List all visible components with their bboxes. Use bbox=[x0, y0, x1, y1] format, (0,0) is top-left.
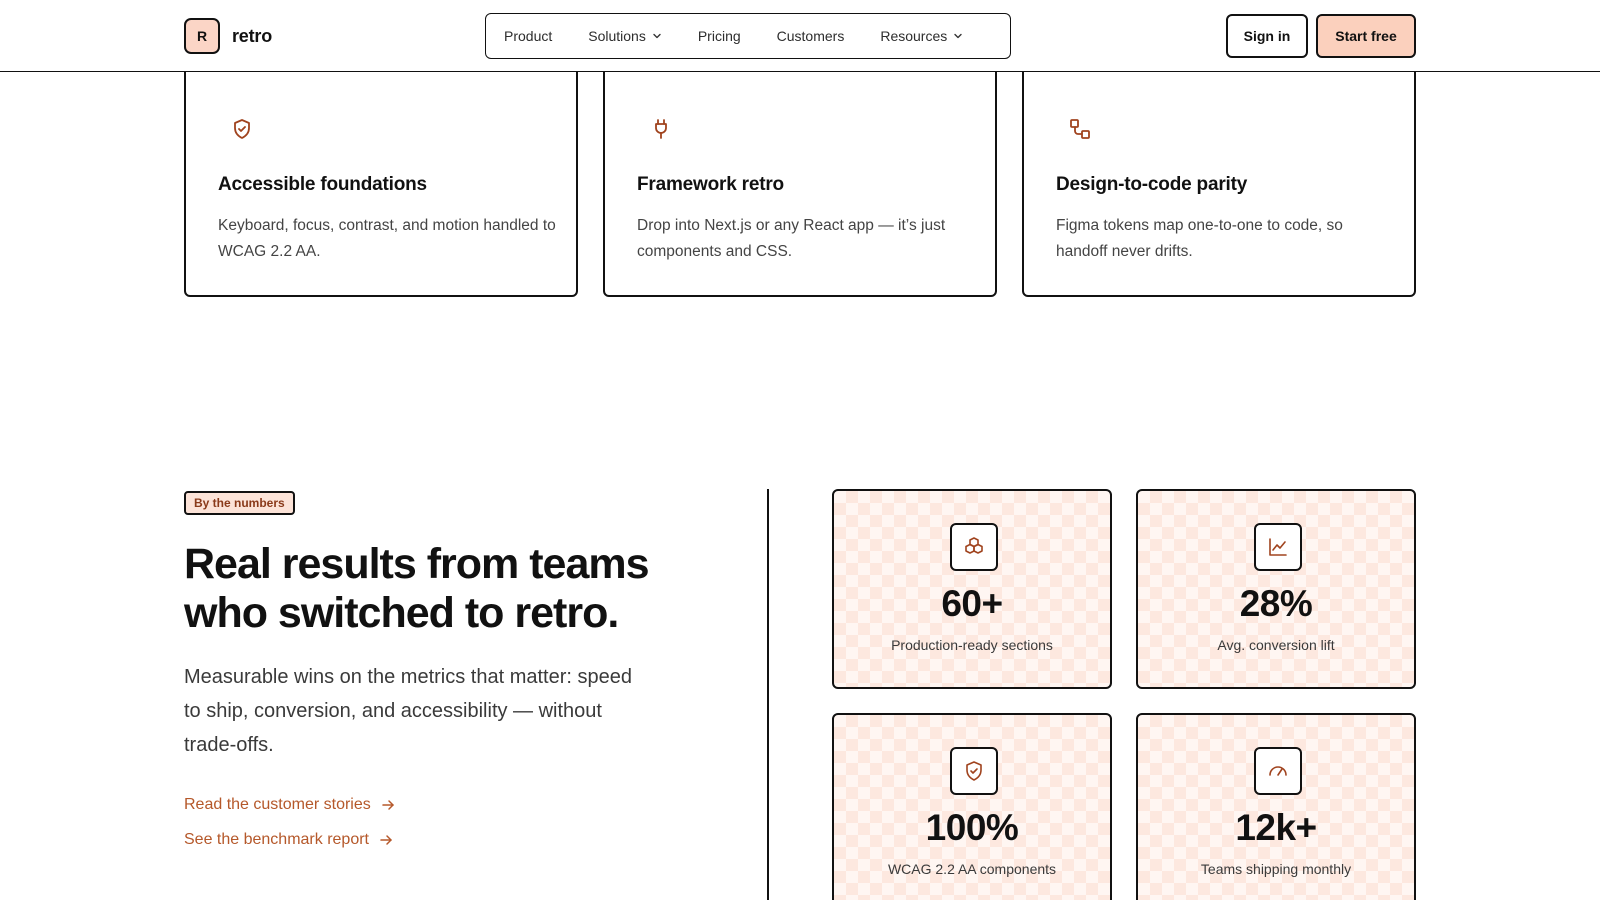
nav-item-product[interactable]: Product bbox=[504, 28, 552, 44]
section-headline: Real results from teams who switched to … bbox=[184, 540, 650, 637]
stat-value: 60+ bbox=[941, 583, 1003, 624]
stat-label: WCAG 2.2 AA components bbox=[887, 861, 1057, 877]
brand-mark: R bbox=[184, 18, 220, 54]
stat-value: 28% bbox=[1239, 583, 1313, 624]
stat-icon-frame bbox=[950, 747, 998, 795]
line-chart-icon bbox=[1269, 538, 1287, 556]
nav-item-resources[interactable]: Resources bbox=[880, 28, 963, 44]
chevron-down-icon bbox=[954, 33, 962, 39]
brand-name: retro bbox=[232, 25, 273, 46]
start-free-button[interactable]: Start free bbox=[1316, 14, 1416, 58]
feature-title: Framework retro bbox=[637, 174, 784, 195]
benchmark-report-link[interactable]: See the benchmark report bbox=[184, 831, 393, 849]
section-divider bbox=[767, 489, 769, 900]
feature-description: Figma tokens map one-to-one to code, so … bbox=[1056, 217, 1343, 260]
stat-icon-frame bbox=[1254, 747, 1302, 795]
gauge-icon bbox=[1269, 766, 1287, 776]
sign-in-button[interactable]: Sign in bbox=[1226, 14, 1308, 58]
feature-title: Design-to-code parity bbox=[1056, 174, 1248, 195]
link-label: See the benchmark report bbox=[184, 831, 369, 848]
brand-logo[interactable]: R retro bbox=[184, 18, 272, 54]
stat-card: 60+ Production-ready sections bbox=[832, 489, 1112, 689]
main-nav: Product Solutions Pricing Customers Reso… bbox=[485, 13, 1011, 59]
nav-item-label: Pricing bbox=[697, 28, 741, 44]
site-header: R retro Product Solutions Pricing Custom… bbox=[0, 0, 1600, 72]
nav-item-label: Resources bbox=[880, 28, 948, 44]
nav-item-solutions[interactable]: Solutions bbox=[588, 28, 662, 44]
arrow-right-icon bbox=[380, 835, 392, 845]
nav-item-label: Customers bbox=[776, 28, 845, 44]
stat-card: 28% Avg. conversion lift bbox=[1136, 489, 1416, 689]
stat-value: 12k+ bbox=[1235, 807, 1317, 848]
nav-item-label: Product bbox=[504, 28, 553, 44]
section-description: Measurable wins on the metrics that matt… bbox=[184, 666, 632, 756]
stat-icon-frame bbox=[1254, 523, 1302, 571]
stat-icon-frame bbox=[950, 523, 998, 571]
arrow-right-icon bbox=[382, 800, 394, 810]
feature-card: Design-to-code parity Figma tokens map o… bbox=[1022, 50, 1416, 297]
stat-card: 12k+ Teams shipping monthly bbox=[1136, 713, 1416, 900]
customer-stories-link[interactable]: Read the customer stories bbox=[184, 796, 395, 814]
feature-description: Drop into Next.js or any React app — it’… bbox=[637, 217, 946, 260]
workflow-icon bbox=[1070, 119, 1090, 139]
stat-label: Production-ready sections bbox=[891, 637, 1053, 653]
plug-icon bbox=[655, 119, 667, 139]
stat-card: 100% WCAG 2.2 AA components bbox=[832, 713, 1112, 900]
nav-item-customers[interactable]: Customers bbox=[777, 28, 845, 44]
feature-card: Accessible foundations Keyboard, focus, … bbox=[184, 50, 578, 297]
link-label: Read the customer stories bbox=[184, 796, 371, 813]
nav-item-pricing[interactable]: Pricing bbox=[698, 28, 741, 44]
stat-value: 100% bbox=[925, 807, 1019, 848]
feature-card: Framework retro Drop into Next.js or any… bbox=[603, 50, 997, 297]
nav-item-label: Solutions bbox=[588, 28, 646, 44]
feature-description: Keyboard, focus, contrast, and motion ha… bbox=[218, 217, 556, 260]
section-badge: By the numbers bbox=[184, 491, 295, 515]
shield-check-icon bbox=[234, 119, 250, 139]
boxes-icon bbox=[965, 537, 983, 554]
chevron-down-icon bbox=[653, 33, 661, 39]
feature-title: Accessible foundations bbox=[218, 174, 427, 195]
stat-label: Teams shipping monthly bbox=[1200, 861, 1352, 877]
stat-label: Avg. conversion lift bbox=[1217, 637, 1335, 653]
shield-check-icon bbox=[966, 761, 982, 781]
